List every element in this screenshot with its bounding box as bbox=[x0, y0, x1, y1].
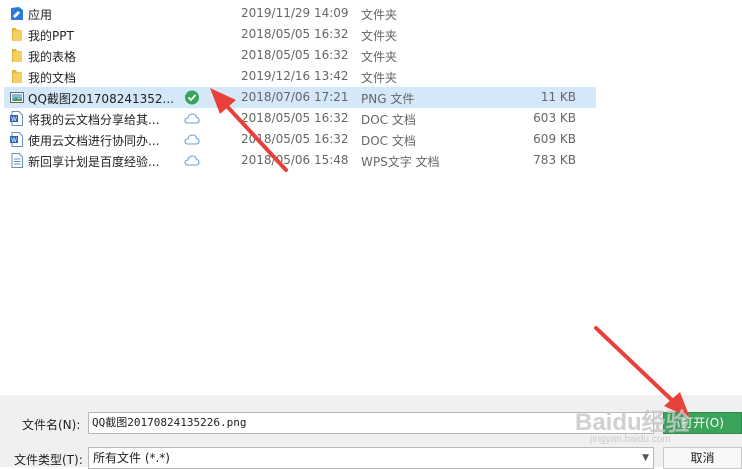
file-date: 2019/11/29 14:09 bbox=[241, 6, 349, 20]
file-size: 783 KB bbox=[533, 153, 576, 167]
filename-field[interactable]: QQ截图20170824135226.png bbox=[88, 412, 654, 434]
doc-file-icon: W bbox=[10, 111, 23, 126]
file-name: 新回享计划是百度经验... bbox=[28, 155, 160, 169]
file-type: 文件夹 bbox=[361, 71, 398, 85]
wps-file-icon bbox=[11, 153, 23, 168]
image-file-icon bbox=[10, 92, 24, 103]
file-name: QQ截图201708241352... bbox=[28, 92, 174, 106]
cancel-button[interactable]: 取消 bbox=[663, 447, 742, 469]
file-type: DOC 文档 bbox=[361, 134, 416, 148]
watermark-url: jingyan.baidu.com bbox=[590, 434, 671, 445]
chevron-down-icon: ▼ bbox=[642, 453, 649, 463]
file-type: 文件夹 bbox=[361, 8, 398, 22]
file-date: 2018/07/06 17:21 bbox=[241, 90, 349, 104]
file-date: 2018/05/05 16:32 bbox=[241, 111, 349, 125]
file-type: 文件夹 bbox=[361, 50, 398, 64]
filetype-label: 文件类型(T): bbox=[14, 453, 83, 467]
file-row[interactable]: W 将我的云文档分享给其... 2018/05/05 16:32 DOC 文档 … bbox=[4, 108, 596, 129]
cloud-icon bbox=[184, 134, 200, 145]
file-row[interactable]: 我的表格 2018/05/05 16:32 文件夹 bbox=[4, 45, 596, 66]
file-row[interactable]: W 使用云文档进行协同办... 2018/05/05 16:32 DOC 文档 … bbox=[4, 129, 596, 150]
file-type: PNG 文件 bbox=[361, 92, 415, 106]
file-name: 我的文档 bbox=[28, 71, 77, 85]
folder-icon bbox=[12, 70, 22, 83]
filename-label: 文件名(N): bbox=[22, 418, 81, 432]
file-type: WPS文字 文档 bbox=[361, 155, 440, 169]
file-name: 我的PPT bbox=[28, 29, 74, 43]
file-name: 使用云文档进行协同办... bbox=[28, 134, 160, 148]
file-date: 2019/12/16 13:42 bbox=[241, 69, 349, 83]
folder-icon bbox=[12, 49, 22, 62]
filetype-select[interactable]: 所有文件 (*.*) ▼ bbox=[88, 447, 654, 469]
file-size: 603 KB bbox=[533, 111, 576, 125]
svg-text:W: W bbox=[11, 137, 17, 144]
synced-check-icon bbox=[185, 90, 199, 105]
file-row-selected[interactable]: QQ截图201708241352... 2018/07/06 17:21 PNG… bbox=[4, 87, 596, 108]
file-row[interactable]: 新回享计划是百度经验... 2018/05/06 15:48 WPS文字 文档 … bbox=[4, 150, 596, 171]
cloud-icon bbox=[184, 113, 200, 124]
svg-text:W: W bbox=[11, 116, 17, 123]
watermark-logo: Baidu经验 bbox=[575, 409, 690, 436]
file-size: 11 KB bbox=[540, 90, 576, 104]
file-type: 文件夹 bbox=[361, 29, 398, 43]
special-folder-icon bbox=[11, 7, 23, 20]
folder-icon bbox=[12, 28, 22, 41]
file-size: 609 KB bbox=[533, 132, 576, 146]
file-name: 我的表格 bbox=[28, 50, 77, 64]
file-row[interactable]: 应用 2019/11/29 14:09 文件夹 bbox=[4, 3, 596, 24]
file-date: 2018/05/05 16:32 bbox=[241, 27, 349, 41]
file-row[interactable]: 我的PPT 2018/05/05 16:32 文件夹 bbox=[4, 24, 596, 45]
file-name: 将我的云文档分享给其... bbox=[28, 113, 160, 127]
doc-file-icon: W bbox=[10, 132, 23, 147]
file-date: 2018/05/05 16:32 bbox=[241, 132, 349, 146]
file-date: 2018/05/06 15:48 bbox=[241, 153, 349, 167]
file-name: 应用 bbox=[28, 8, 53, 22]
file-row[interactable]: 我的文档 2019/12/16 13:42 文件夹 bbox=[4, 66, 596, 87]
cloud-icon bbox=[184, 155, 200, 166]
filetype-value: 所有文件 (*.*) bbox=[93, 451, 170, 465]
file-type: DOC 文档 bbox=[361, 113, 416, 127]
file-list: 应用 2019/11/29 14:09 文件夹 我的PPT 2018/05/05… bbox=[0, 0, 742, 395]
file-date: 2018/05/05 16:32 bbox=[241, 48, 349, 62]
